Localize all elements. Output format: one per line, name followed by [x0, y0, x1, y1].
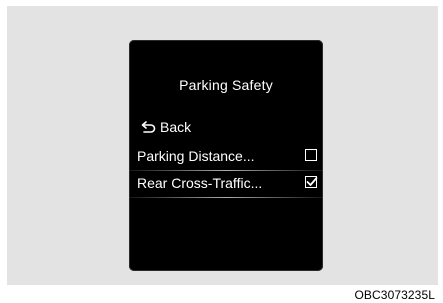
parking-distance-checkbox[interactable]: [305, 149, 317, 161]
menu-item-rear-cross-traffic[interactable]: Rear Cross-Traffic...: [137, 173, 318, 193]
cluster-display: Parking Safety Back Parking Distance... …: [129, 40, 323, 271]
menu-item-parking-distance[interactable]: Parking Distance...: [137, 146, 317, 166]
back-label: Back: [160, 119, 192, 135]
selection-highlight-top: [129, 170, 323, 171]
menu-item-label: Parking Distance...: [137, 148, 255, 164]
menu-item-label: Rear Cross-Traffic...: [137, 175, 263, 191]
figure-code: OBC3073235L: [354, 288, 435, 302]
selection-highlight-bottom: [129, 197, 323, 198]
back-menu-item[interactable]: Back: [141, 118, 191, 136]
checkmark-icon: [306, 177, 318, 186]
menu-title: Parking Safety: [179, 77, 273, 93]
back-arrow-icon: [141, 120, 157, 134]
rear-cross-traffic-checkbox[interactable]: [305, 176, 318, 188]
